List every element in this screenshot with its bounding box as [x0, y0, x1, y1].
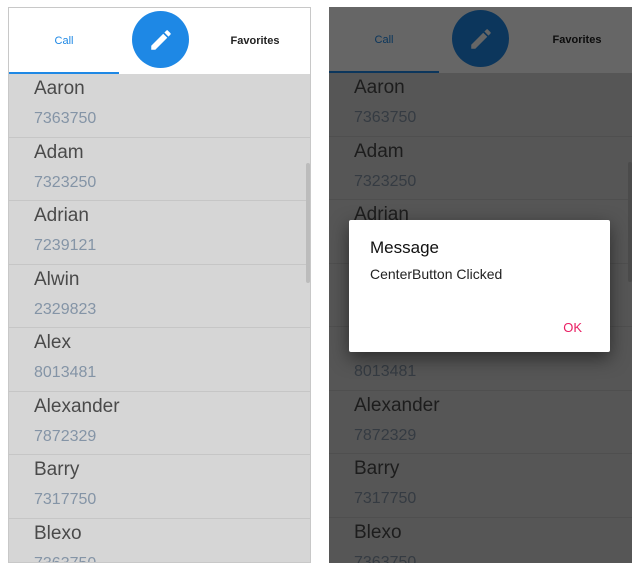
contact-name: Adam — [34, 141, 84, 163]
pencil-icon — [150, 29, 171, 50]
contact-phone: 7317750 — [34, 491, 97, 508]
dialog-message: CenterButton Clicked — [370, 266, 503, 282]
contact-name: Alexander — [34, 395, 120, 417]
tab-call[interactable]: Call — [9, 8, 119, 74]
contact-phone: 8013481 — [34, 364, 97, 381]
contact-item[interactable]: Alex 8013481 — [9, 328, 310, 392]
contact-item[interactable]: Aaron 7363750 — [9, 74, 310, 138]
contact-name: Alex — [34, 332, 71, 353]
phone-screen-before: Call Favorites Aaron 7363750 Adam 732325… — [8, 7, 311, 563]
contact-item[interactable]: Blexo 7363750 — [9, 519, 310, 563]
contact-phone: 2329823 — [34, 300, 97, 318]
dialog-title: Message — [370, 238, 439, 257]
contact-list: Aaron 7363750 Adam 7323250 Adrian 723912… — [9, 74, 310, 563]
scrollbar[interactable] — [306, 163, 310, 283]
contact-phone: 7239121 — [34, 237, 97, 254]
contact-item[interactable]: Alexander 7872329 — [9, 392, 310, 455]
tab-call-label: Call — [54, 35, 74, 47]
tab-favorites[interactable]: Favorites — [200, 8, 310, 74]
contact-name: Aaron — [34, 78, 85, 99]
contact-phone: 7872329 — [34, 427, 97, 445]
contact-item[interactable]: Adrian 7239121 — [9, 201, 310, 265]
tab-indicator — [9, 72, 119, 74]
tab-favorites-label: Favorites — [230, 35, 280, 47]
center-button[interactable] — [132, 11, 189, 68]
contact-item[interactable]: Adam 7323250 — [9, 138, 310, 201]
ok-button[interactable]: OK — [563, 320, 582, 335]
contact-phone: 7363750 — [34, 554, 97, 563]
contact-name: Adrian — [34, 205, 89, 226]
contact-name: Barry — [34, 459, 80, 480]
contact-name: Blexo — [34, 522, 82, 544]
contact-item[interactable]: Barry 7317750 — [9, 455, 310, 519]
contact-item[interactable]: Alwin 2329823 — [9, 265, 310, 328]
contact-phone: 7363750 — [34, 110, 97, 127]
message-dialog: Message CenterButton Clicked OK — [349, 220, 610, 352]
contact-name: Alwin — [34, 268, 80, 290]
contact-phone: 7323250 — [34, 173, 97, 191]
